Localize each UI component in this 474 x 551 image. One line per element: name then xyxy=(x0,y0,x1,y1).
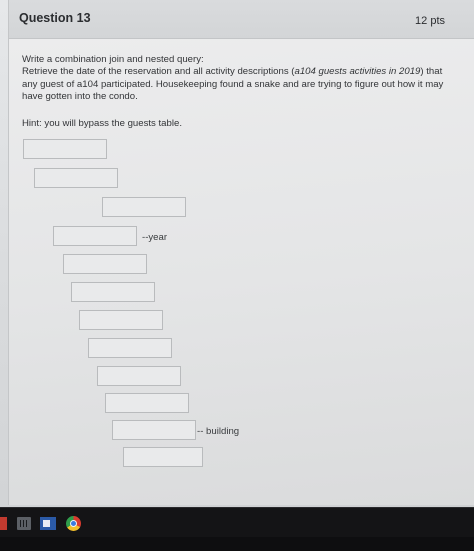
answer-blank-11[interactable] xyxy=(112,420,196,440)
answer-blank-9[interactable] xyxy=(97,366,181,386)
question-line-2-end: ) that xyxy=(420,66,443,78)
question-line-1: Write a combination join and nested quer… xyxy=(22,54,204,65)
answer-blank-5[interactable] xyxy=(63,254,147,274)
monitor-bezel xyxy=(0,537,474,551)
question-card: Question 13 12 pts Write a combination j… xyxy=(8,0,474,505)
question-line-2: Retrieve the date of the reservation and… xyxy=(22,66,447,78)
answer-blank-4[interactable] xyxy=(53,226,137,246)
question-points: 12 pts xyxy=(415,15,445,27)
answer-blank-10[interactable] xyxy=(105,393,189,413)
calculator-icon[interactable] xyxy=(17,517,31,530)
question-line-2-start: Retrieve the date of the reservation and… xyxy=(22,66,295,78)
word-icon[interactable] xyxy=(40,517,56,530)
answer-blank-3[interactable] xyxy=(102,197,186,217)
hint-text: Hint: you will bypass the guests table. xyxy=(22,118,182,129)
chrome-icon[interactable] xyxy=(66,516,81,531)
label-building: -- building xyxy=(197,426,240,437)
answer-blank-12[interactable] xyxy=(123,447,203,467)
question-title: Question 13 xyxy=(19,11,91,25)
taskbar xyxy=(0,507,474,538)
start-button-edge[interactable] xyxy=(0,517,7,530)
question-text: Write a combination join and nested quer… xyxy=(22,54,447,104)
answer-blank-1[interactable] xyxy=(23,139,107,159)
label-year: --year xyxy=(142,232,168,243)
screen: Question 13 12 pts Write a combination j… xyxy=(0,0,474,507)
answer-blank-6[interactable] xyxy=(71,282,155,302)
question-line-4: have gotten into the condo. xyxy=(22,91,138,103)
question-line-3: any guest of a104 participated. Housekee… xyxy=(22,78,444,90)
question-header: Question 13 12 pts xyxy=(9,0,474,39)
answer-blank-2[interactable] xyxy=(34,168,118,188)
question-line-2-emphasis: a104 guests activities in 2019 xyxy=(294,66,421,78)
answer-blank-7[interactable] xyxy=(79,310,163,330)
answer-blank-8[interactable] xyxy=(88,338,172,358)
